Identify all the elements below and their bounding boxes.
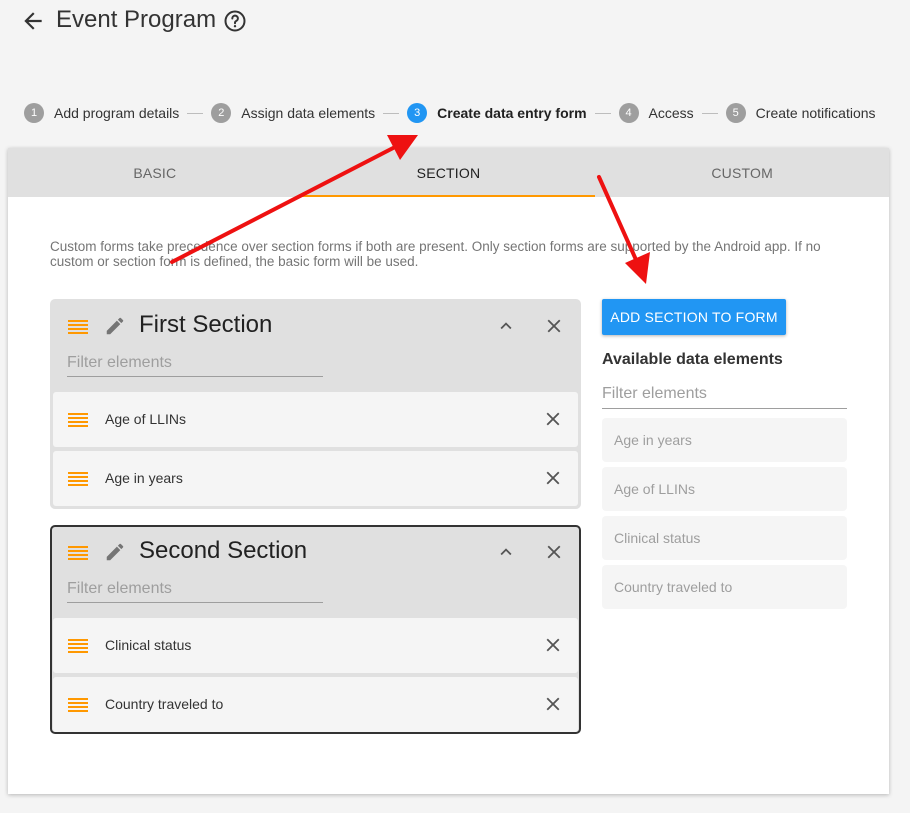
drag-handle-icon[interactable] bbox=[68, 471, 88, 487]
step-label: Assign data elements bbox=[241, 105, 376, 121]
close-icon[interactable] bbox=[542, 634, 564, 656]
back-arrow-icon[interactable] bbox=[20, 8, 46, 34]
section-filter-input[interactable] bbox=[67, 349, 323, 377]
available-element[interactable]: Age in years bbox=[602, 418, 847, 462]
add-section-button[interactable]: ADD SECTION TO FORM bbox=[602, 299, 786, 335]
pencil-icon[interactable] bbox=[104, 315, 126, 337]
pencil-icon[interactable] bbox=[104, 541, 126, 563]
drag-handle-icon[interactable] bbox=[68, 412, 88, 428]
available-element[interactable]: Age of LLINs bbox=[602, 467, 847, 511]
help-circle-icon[interactable] bbox=[223, 9, 247, 33]
step-add-program-details[interactable]: 1 Add program details bbox=[24, 103, 179, 123]
section-card-selected: Second Section Clinical status Country t… bbox=[50, 525, 581, 734]
step-number: 1 bbox=[24, 103, 44, 123]
element-label: Country traveled to bbox=[105, 696, 224, 712]
page-header: Event Program bbox=[0, 0, 910, 44]
step-label: Add program details bbox=[54, 105, 180, 121]
close-icon[interactable] bbox=[542, 408, 564, 430]
element-label: Clinical status bbox=[105, 637, 192, 653]
drag-handle-icon[interactable] bbox=[68, 638, 88, 654]
drag-handle-icon[interactable] bbox=[68, 697, 88, 713]
step-label: Create data entry form bbox=[437, 105, 587, 121]
available-filter-input[interactable] bbox=[602, 379, 847, 409]
step-create-notifications[interactable]: 5 Create notifications bbox=[725, 103, 876, 123]
section-title: Second Section bbox=[139, 537, 308, 564]
close-icon[interactable] bbox=[543, 315, 565, 337]
element-label: Age of LLINs bbox=[105, 411, 186, 427]
drag-handle-icon[interactable] bbox=[68, 319, 88, 335]
close-icon[interactable] bbox=[542, 693, 564, 715]
step-number: 2 bbox=[211, 103, 232, 123]
chevron-up-icon[interactable] bbox=[495, 315, 517, 337]
tab-custom[interactable]: CUSTOM bbox=[595, 148, 889, 197]
section-element: Country traveled to bbox=[53, 677, 578, 732]
step-label: Create notifications bbox=[755, 105, 876, 121]
step-label: Access bbox=[648, 105, 694, 121]
step-number: 5 bbox=[725, 103, 746, 123]
available-element[interactable]: Country traveled to bbox=[602, 565, 847, 609]
tab-basic[interactable]: BASIC bbox=[8, 148, 302, 197]
form-card: BASIC SECTION CUSTOM Custom forms take p… bbox=[8, 148, 889, 794]
section-title: First Section bbox=[139, 311, 273, 338]
step-number: 3 bbox=[407, 103, 428, 123]
step-connector bbox=[383, 112, 400, 114]
section-card: First Section Age of LLINs Age in years bbox=[50, 299, 581, 509]
step-assign-data-elements[interactable]: 2 Assign data elements bbox=[211, 103, 375, 123]
section-element: Clinical status bbox=[53, 618, 578, 673]
drag-handle-icon[interactable] bbox=[68, 545, 88, 561]
step-connector bbox=[187, 112, 204, 114]
close-icon[interactable] bbox=[542, 467, 564, 489]
step-connector bbox=[594, 112, 611, 114]
available-element[interactable]: Clinical status bbox=[602, 516, 847, 560]
info-text: Custom forms take precedence over sectio… bbox=[50, 239, 821, 269]
section-element: Age of LLINs bbox=[53, 392, 578, 447]
chevron-up-icon[interactable] bbox=[495, 541, 517, 563]
step-access[interactable]: 4 Access bbox=[618, 103, 694, 123]
available-elements-heading: Available data elements bbox=[602, 351, 783, 368]
wizard-stepper: 1 Add program details 2 Assign data elem… bbox=[24, 102, 876, 124]
close-icon[interactable] bbox=[543, 541, 565, 563]
element-label: Age in years bbox=[105, 470, 183, 486]
form-type-tabs: BASIC SECTION CUSTOM bbox=[8, 148, 889, 197]
section-element: Age in years bbox=[53, 451, 578, 506]
page-title: Event Program bbox=[56, 6, 217, 33]
tab-section[interactable]: SECTION bbox=[301, 148, 596, 197]
step-create-data-entry-form[interactable]: 3 Create data entry form bbox=[407, 103, 587, 123]
step-number: 4 bbox=[618, 103, 639, 123]
step-connector bbox=[701, 112, 718, 114]
section-filter-input[interactable] bbox=[67, 575, 323, 603]
